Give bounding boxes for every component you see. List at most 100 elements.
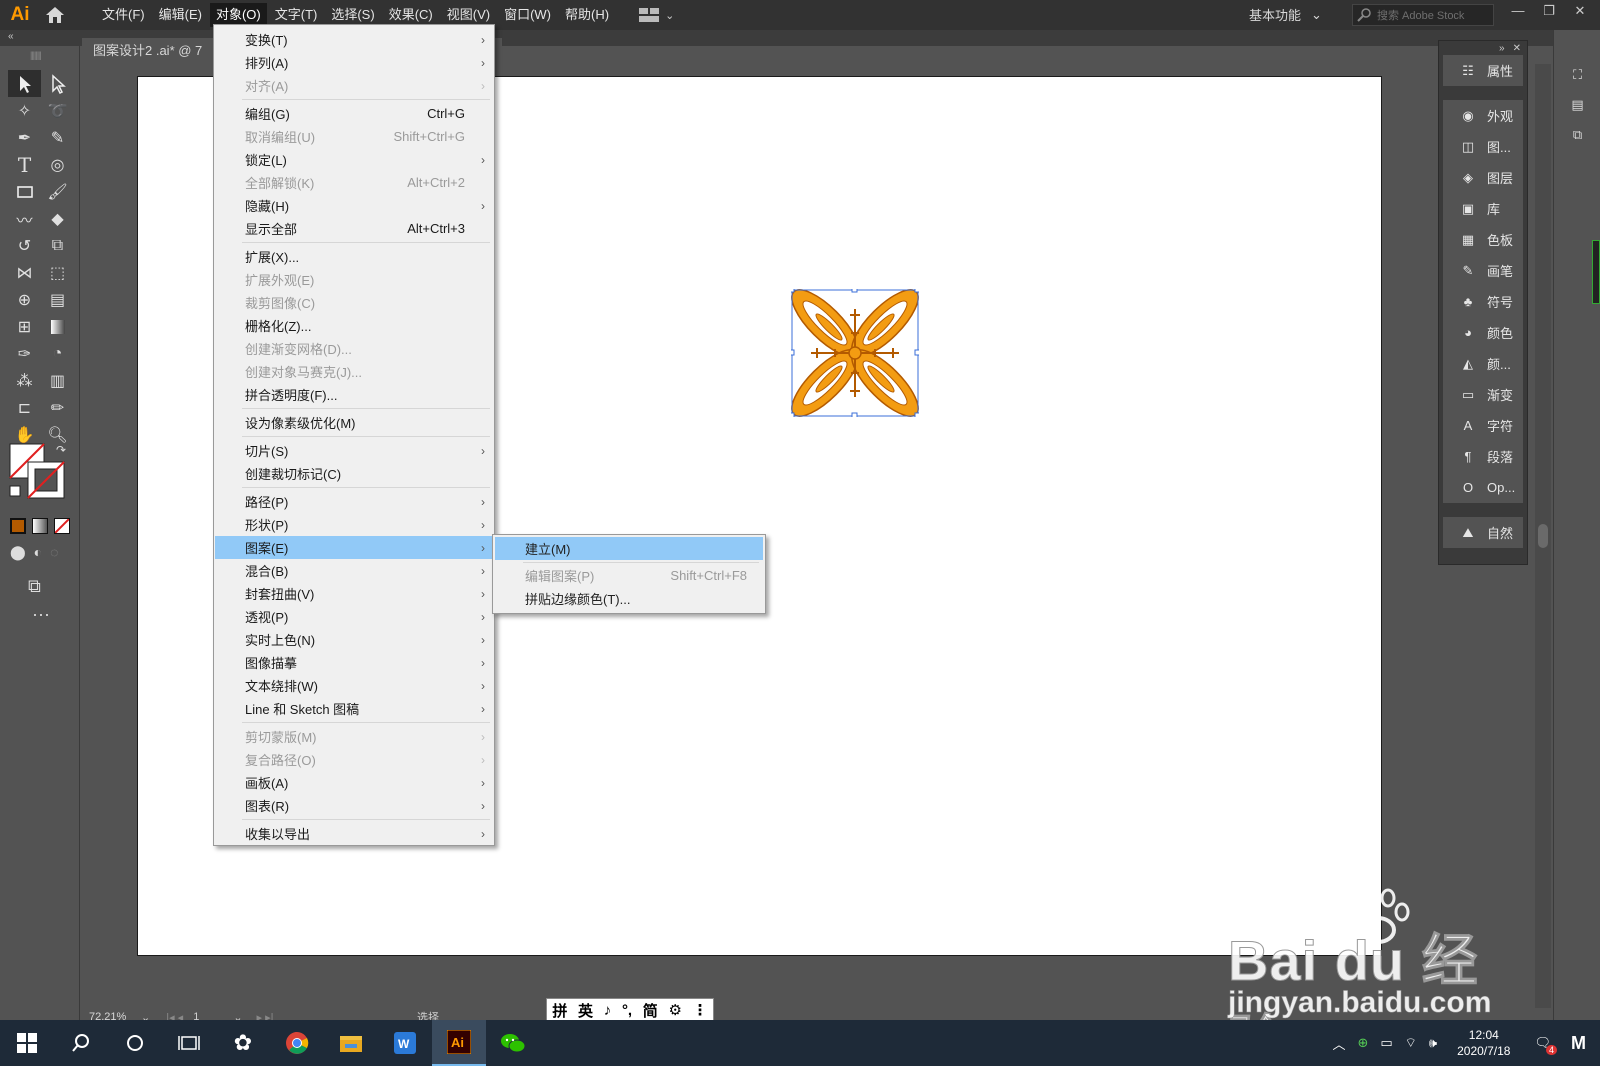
pathfinder-panel-icon[interactable]: ⧉ <box>1554 120 1600 150</box>
pattern-submenu-item[interactable]: 拼贴边缘颜色(T)... <box>495 587 763 610</box>
rectangle-tool-icon[interactable] <box>8 178 41 205</box>
fill-stroke-swatches[interactable]: ↷ <box>8 442 70 504</box>
width-tool-icon[interactable]: ⋈ <box>8 259 41 286</box>
blend-tool-icon[interactable]: ◔ <box>41 340 74 367</box>
lasso-icon[interactable]: ➰ <box>41 97 74 124</box>
collapse-toolbar-icon[interactable]: « <box>8 31 14 42</box>
slice-tool-icon[interactable]: ✏ <box>41 394 74 421</box>
wps-icon[interactable]: W <box>378 1020 432 1066</box>
draw-behind-icon[interactable]: ◐ <box>34 544 42 561</box>
magic-wand-icon[interactable]: ✧ <box>8 97 41 124</box>
perspective-grid-icon[interactable]: ▤ <box>41 286 74 313</box>
chevron-up-icon[interactable]: ︿ <box>1332 1034 1345 1053</box>
panel-symbols[interactable]: ♣ 符号 <box>1443 286 1523 317</box>
panel-properties[interactable]: ☷ 属性 <box>1443 55 1523 86</box>
ime-button[interactable]: °, <box>622 1002 632 1019</box>
pinwheel-app-icon[interactable]: ✿ <box>216 1020 270 1066</box>
object-menu-item[interactable]: 封套扭曲(V) › <box>215 582 493 605</box>
object-menu-item[interactable]: 创建裁切标记(C) <box>215 462 493 485</box>
notification-icon[interactable]: 🗨︎ 4 <box>1534 1035 1557 1055</box>
object-menu-item[interactable]: 路径(P) › <box>215 490 493 513</box>
none-mode-icon[interactable] <box>54 518 70 534</box>
object-menu-item[interactable]: 收集以导出 › <box>215 822 493 845</box>
restore-button[interactable]: ❐ <box>1537 3 1561 19</box>
object-menu-item[interactable]: 设为像素级优化(M) <box>215 411 493 434</box>
more-tools-icon[interactable]: ··· <box>32 604 50 625</box>
minimize-button[interactable]: — <box>1506 3 1530 18</box>
paintbrush-icon[interactable]: 🖌 <box>41 178 74 205</box>
flower-artwork[interactable] <box>788 286 921 419</box>
start-button[interactable] <box>0 1020 54 1066</box>
menu-7[interactable]: 窗口(W) <box>498 3 557 27</box>
panel-character[interactable]: A 字符 <box>1443 410 1523 441</box>
direct-selection-tool-icon[interactable] <box>41 70 74 97</box>
panel-color[interactable]: ◕ 颜色 <box>1443 317 1523 348</box>
shaper-tool-icon[interactable]: 〰 <box>8 205 41 232</box>
panel-brushes[interactable]: ✎ 画笔 <box>1443 255 1523 286</box>
security-app-icon[interactable]: ⊕ <box>1357 1035 1368 1051</box>
ime-button[interactable]: ⚙ <box>669 1001 682 1019</box>
panel-graphic-styles[interactable]: ◫ 图... <box>1443 131 1523 162</box>
panel-swatches[interactable]: ▦ 色板 <box>1443 224 1523 255</box>
ime-button[interactable]: 简 <box>643 1000 658 1021</box>
wifi-icon[interactable]: ⌔ <box>1405 1035 1417 1051</box>
object-menu-item[interactable]: Line 和 Sketch 图稿 › <box>215 697 493 720</box>
type-tool-icon[interactable]: T <box>8 151 41 178</box>
ime-button[interactable]: 英 <box>578 1000 593 1021</box>
object-menu-item[interactable]: 编组(G) Ctrl+G <box>215 102 493 125</box>
workspace-switcher[interactable]: 基本功能 ⌄ <box>1249 5 1322 24</box>
object-menu-item[interactable]: 隐藏(H) › <box>215 194 493 217</box>
panel-layers[interactable]: ◈ 图层 <box>1443 162 1523 193</box>
object-menu-item[interactable]: 显示全部 Alt+Ctrl+3 <box>215 217 493 240</box>
object-menu-item[interactable]: 实时上色(N) › <box>215 628 493 651</box>
object-menu-item[interactable]: 变换(T) › <box>215 28 493 51</box>
transform-panel-icon[interactable]: ⛶ <box>1554 60 1600 90</box>
clock[interactable]: 12:04 2020/7/18 <box>1457 1027 1510 1059</box>
m-app-icon[interactable]: M <box>1571 1033 1586 1054</box>
draw-inside-icon[interactable]: ◌ <box>50 544 58 561</box>
home-icon[interactable] <box>40 0 70 30</box>
object-menu-item[interactable]: 排列(A) › <box>215 51 493 74</box>
object-menu-item[interactable]: 画板(A) › <box>215 771 493 794</box>
free-transform-icon[interactable]: ⬚ <box>41 259 74 286</box>
panel-color-guide[interactable]: ◭ 颜... <box>1443 348 1523 379</box>
vertical-scrollbar[interactable] <box>1535 64 1551 1008</box>
selection-tool-icon[interactable] <box>8 70 41 97</box>
object-menu-item[interactable]: 拼合透明度(F)... <box>215 383 493 406</box>
panel-gradient[interactable]: ▭ 渐变 <box>1443 379 1523 410</box>
object-menu-item[interactable]: 栅格化(Z)... <box>215 314 493 337</box>
object-menu-item[interactable]: 切片(S) › <box>215 439 493 462</box>
gradient-tool-icon[interactable] <box>41 313 74 340</box>
close-panels-icon[interactable]: ✕ <box>1513 43 1521 54</box>
task-view-icon[interactable] <box>162 1020 216 1066</box>
ime-button[interactable]: ⋮ <box>693 1001 708 1019</box>
chrome-icon[interactable] <box>270 1020 324 1066</box>
artboard-tool-icon[interactable]: ⊏ <box>8 394 41 421</box>
screen-mode-icon[interactable]: ⧉ <box>28 576 41 597</box>
illustrator-taskbar-icon[interactable]: Ai <box>432 1020 486 1066</box>
column-graph-icon[interactable]: ▥ <box>41 367 74 394</box>
object-menu-item[interactable]: 透视(P) › <box>215 605 493 628</box>
object-menu-item[interactable]: 形状(P) › <box>215 513 493 536</box>
ime-button[interactable]: ♪ <box>604 1002 612 1019</box>
pen-tool-icon[interactable]: ✒ <box>8 124 41 151</box>
eyedropper-icon[interactable]: ✑ <box>8 340 41 367</box>
ime-toolbar[interactable]: 拼英 ♪ °, 简 ⚙ ⋮ <box>546 998 714 1022</box>
object-menu-item[interactable]: 锁定(L) › <box>215 148 493 171</box>
object-menu-item[interactable]: 图像描摹 › <box>215 651 493 674</box>
polar-grid-icon[interactable]: ◎ <box>41 151 74 178</box>
object-menu-item[interactable]: 图表(R) › <box>215 794 493 817</box>
color-mode-icon[interactable] <box>10 518 26 534</box>
ime-button[interactable]: 拼 <box>552 1000 567 1021</box>
gradient-mode-icon[interactable] <box>32 518 48 534</box>
menu-8[interactable]: 帮助(H) <box>559 3 615 27</box>
object-menu-item[interactable]: 混合(B) › <box>215 559 493 582</box>
menu-1[interactable]: 编辑(E) <box>153 3 208 27</box>
menu-0[interactable]: 文件(F) <box>96 3 151 27</box>
cortana-icon[interactable] <box>108 1020 162 1066</box>
search-icon[interactable] <box>54 1020 108 1066</box>
scroll-thumb[interactable] <box>1538 524 1548 548</box>
panel-opentype[interactable]: O Op... <box>1443 472 1523 503</box>
rotate-tool-icon[interactable]: ↺ <box>8 232 41 259</box>
curvature-tool-icon[interactable]: ✎ <box>41 124 74 151</box>
